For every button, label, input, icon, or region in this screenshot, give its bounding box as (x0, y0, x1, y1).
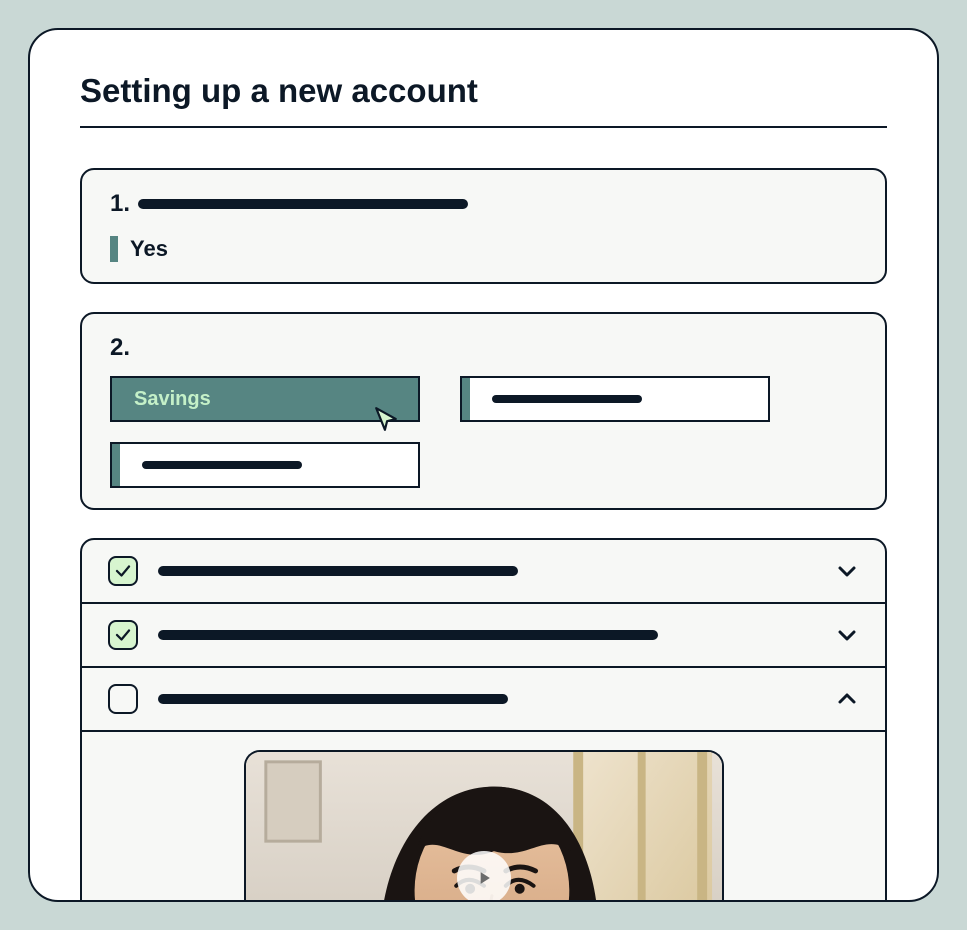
chevron-down-icon (835, 623, 859, 647)
checklist-item-1-text-placeholder (158, 566, 518, 576)
question-1-panel: 1. Yes (80, 168, 887, 284)
option-2-text-placeholder (492, 395, 642, 403)
checklist-item-2[interactable] (82, 604, 885, 668)
main-card: Setting up a new account 1. Yes 2. (28, 28, 939, 902)
page-title: Setting up a new account (80, 72, 887, 110)
play-button[interactable] (457, 851, 511, 902)
checkbox-checked-icon[interactable] (108, 620, 138, 650)
question-1-number: 1. (110, 190, 130, 218)
checkbox-checked-icon[interactable] (108, 556, 138, 586)
checklist-item-1[interactable] (82, 540, 885, 604)
option-2[interactable] (460, 376, 770, 422)
answer-indicator-bar (110, 236, 118, 262)
question-1-answer: Yes (110, 236, 857, 262)
chevron-up-icon (835, 687, 859, 711)
question-1-answer-label: Yes (130, 236, 168, 262)
checklist-item-3-content (82, 732, 885, 902)
title-divider (80, 126, 887, 128)
option-3-text-placeholder (142, 461, 302, 469)
play-icon (474, 868, 494, 888)
video-thumbnail[interactable] (244, 750, 724, 902)
checklist-item-2-text-placeholder (158, 630, 658, 640)
checklist-panel (80, 538, 887, 902)
question-2-panel: 2. Savings (80, 312, 887, 510)
checklist-item-3-text-placeholder (158, 694, 508, 704)
option-indicator-bar (112, 444, 120, 486)
option-savings[interactable]: Savings (110, 376, 420, 422)
option-indicator-bar (462, 378, 470, 420)
question-1-text-placeholder (138, 199, 468, 209)
checklist-item-3[interactable] (82, 668, 885, 732)
question-2-number: 2. (110, 334, 130, 362)
chevron-down-icon (835, 559, 859, 583)
option-3[interactable] (110, 442, 420, 488)
option-savings-label: Savings (134, 388, 211, 411)
checkbox-unchecked-icon[interactable] (108, 684, 138, 714)
